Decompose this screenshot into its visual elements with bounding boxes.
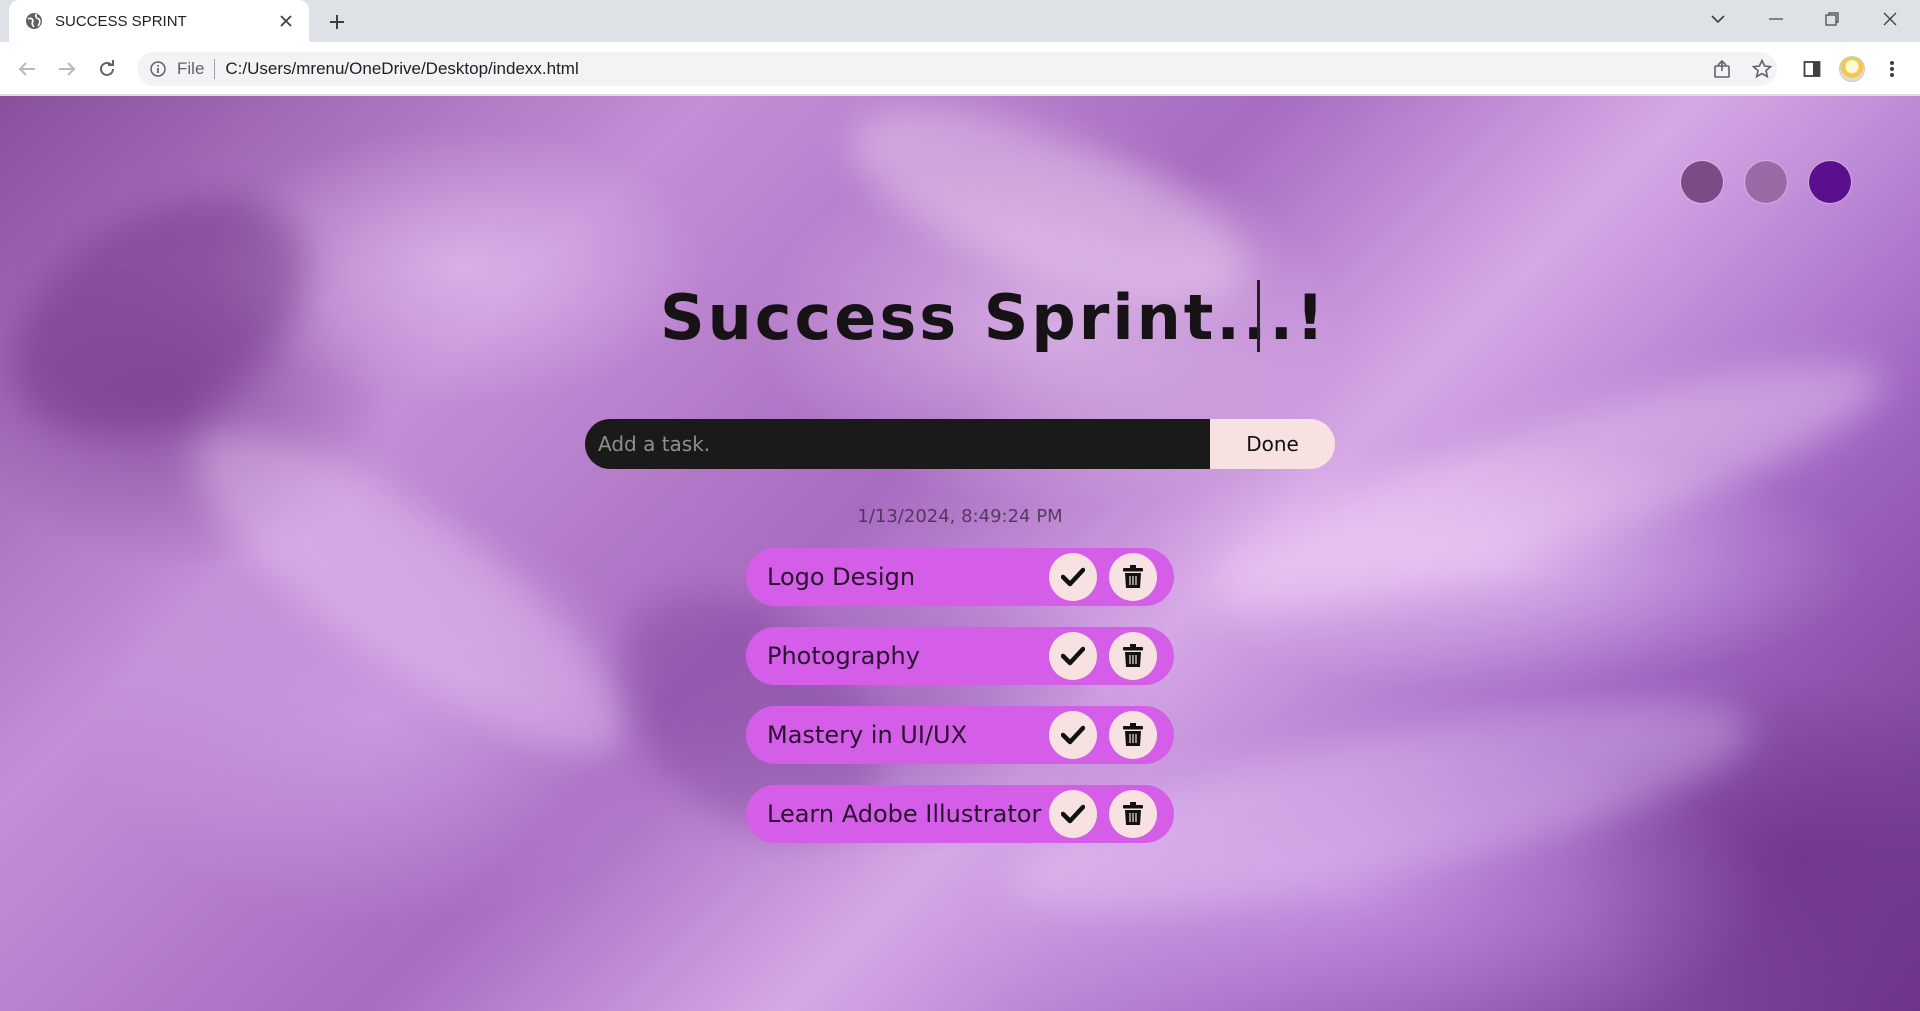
trash-icon (1123, 723, 1143, 746)
datetime-display: 1/13/2024, 8:49:24 PM (857, 506, 1063, 527)
task-list: Logo Design Photography Mastery in UI/UX (746, 548, 1174, 864)
page-viewport: Success Sprint...! Done 1/13/2024, 8:49:… (0, 96, 1920, 1011)
info-icon[interactable] (149, 60, 167, 78)
profile-avatar[interactable] (1835, 52, 1869, 86)
typing-caret (1257, 280, 1260, 352)
task-text: Mastery in UI/UX (767, 721, 968, 749)
address-bar[interactable]: File C:/Users/mrenu/OneDrive/Desktop/ind… (137, 52, 1777, 86)
back-arrow-icon[interactable] (12, 54, 42, 84)
check-icon (1061, 646, 1085, 666)
delete-task-button[interactable] (1109, 553, 1157, 601)
check-icon (1061, 567, 1085, 587)
close-window-icon[interactable] (1862, 0, 1918, 38)
bookmark-star-icon[interactable] (1745, 52, 1779, 86)
complete-task-button[interactable] (1049, 790, 1097, 838)
theme-dot-2[interactable] (1745, 161, 1787, 203)
address-url[interactable]: C:/Users/mrenu/OneDrive/Desktop/indexx.h… (225, 59, 578, 79)
side-panel-icon[interactable] (1795, 52, 1829, 86)
task-text: Logo Design (767, 563, 916, 591)
minimize-icon[interactable] (1748, 0, 1804, 38)
trash-icon (1123, 565, 1143, 588)
trash-icon (1123, 644, 1143, 667)
globe-icon (25, 12, 43, 30)
complete-task-button[interactable] (1049, 553, 1097, 601)
task-text: Photography (767, 642, 920, 670)
task-item: Mastery in UI/UX (746, 706, 1174, 764)
more-menu-icon[interactable] (1875, 52, 1909, 86)
restore-icon[interactable] (1804, 0, 1860, 38)
tab-search-icon[interactable] (1690, 0, 1746, 38)
task-item: Learn Adobe Illustrator (746, 785, 1174, 843)
browser-tab[interactable]: SUCCESS SPRINT (9, 0, 309, 42)
check-icon (1061, 725, 1085, 745)
reload-icon[interactable] (92, 54, 122, 84)
share-icon[interactable] (1705, 52, 1739, 86)
satin-shadow (0, 149, 349, 483)
address-scheme: File (177, 59, 205, 78)
complete-task-button[interactable] (1049, 711, 1097, 759)
task-text: Learn Adobe Illustrator (767, 800, 1042, 828)
delete-task-button[interactable] (1109, 632, 1157, 680)
tab-title: SUCCESS SPRINT (55, 12, 187, 30)
task-input[interactable] (585, 419, 1210, 469)
close-tab-icon[interactable] (273, 8, 299, 34)
tab-strip: SUCCESS SPRINT (0, 0, 1920, 42)
delete-task-button[interactable] (1109, 790, 1157, 838)
page-title: Success Sprint...! (660, 281, 1328, 354)
check-icon (1061, 804, 1085, 824)
theme-dot-1[interactable] (1681, 161, 1723, 203)
task-item: Logo Design (746, 548, 1174, 606)
complete-task-button[interactable] (1049, 632, 1097, 680)
task-item: Photography (746, 627, 1174, 685)
theme-dot-3[interactable] (1809, 161, 1851, 203)
new-tab-button[interactable] (322, 7, 352, 37)
trash-icon (1123, 802, 1143, 825)
satin-highlight (1198, 320, 1902, 652)
done-button[interactable]: Done (1210, 419, 1335, 469)
task-form: Done (585, 419, 1335, 469)
forward-arrow-icon[interactable] (52, 54, 82, 84)
address-separator (214, 59, 216, 79)
browser-toolbar: File C:/Users/mrenu/OneDrive/Desktop/ind… (0, 42, 1920, 95)
delete-task-button[interactable] (1109, 711, 1157, 759)
